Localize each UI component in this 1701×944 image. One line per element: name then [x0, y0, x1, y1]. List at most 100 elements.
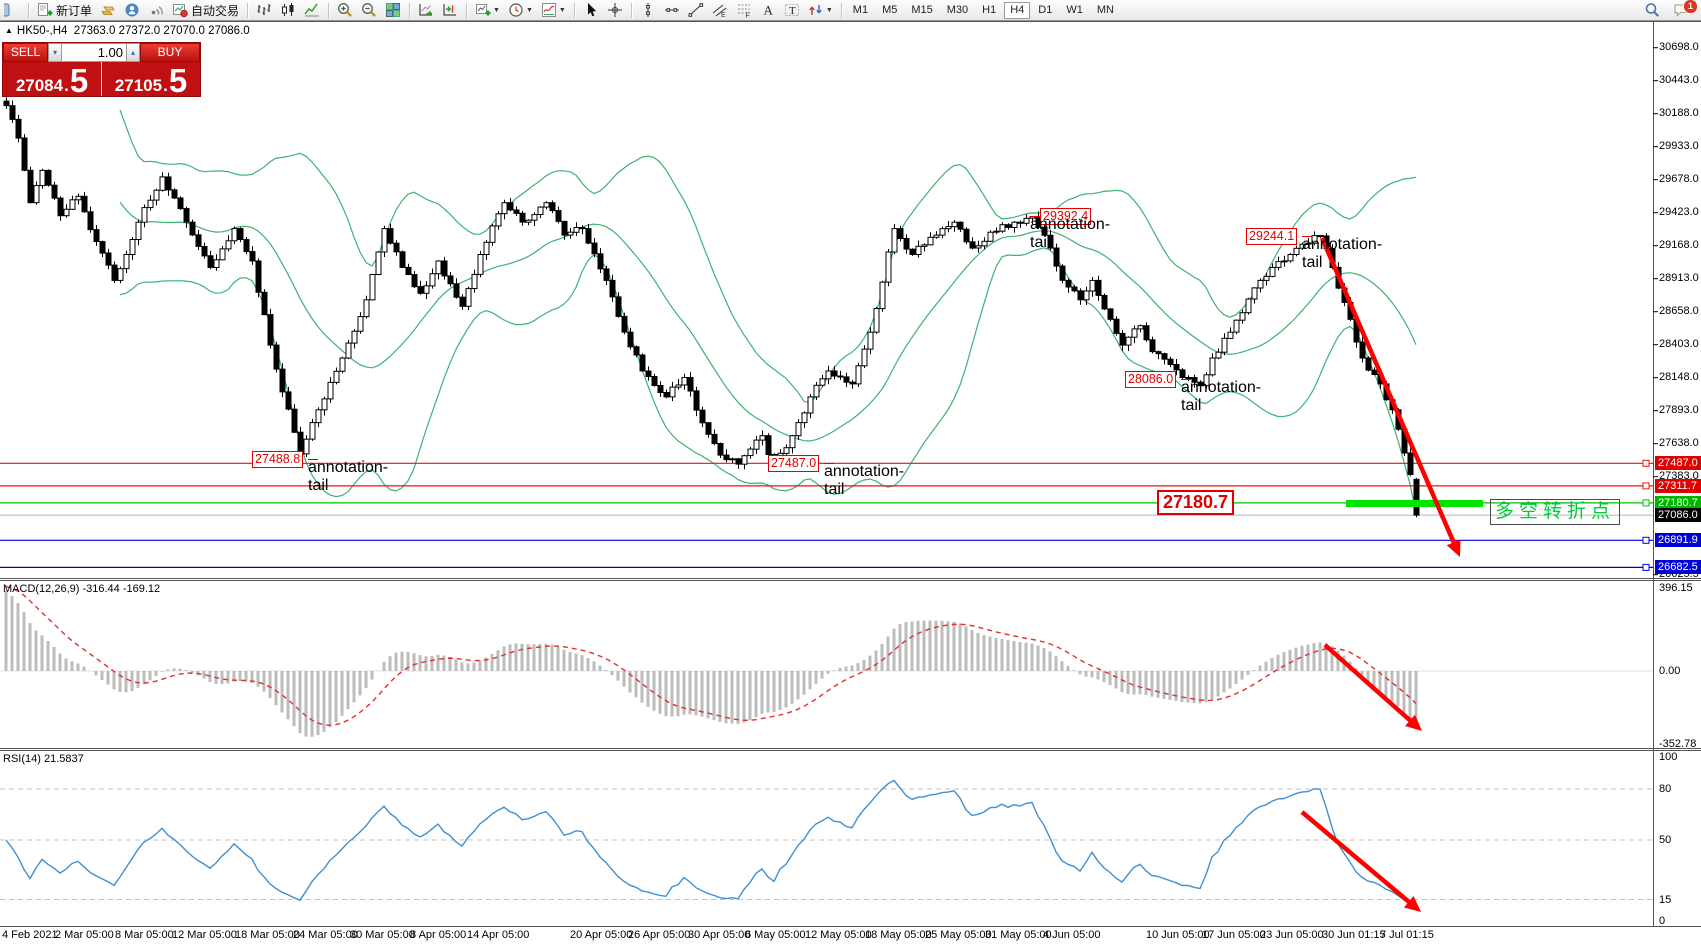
time-axis-label: 10 Jun 05:00 — [1146, 929, 1210, 941]
price-level-badge: 26891.9 — [1655, 533, 1701, 547]
time-axis-label: 18 Mar 05:00 — [235, 929, 300, 941]
horizontal-line-button[interactable] — [661, 0, 683, 21]
rsi-axis-tick: 100 — [1659, 751, 1677, 764]
time-axis-label: 4 Feb 2021 — [2, 929, 58, 941]
sell-price[interactable]: 27084.5 — [3, 62, 101, 96]
indicators-icon — [541, 2, 557, 18]
new-order-icon — [37, 2, 53, 18]
indicators-button[interactable]: ▼ — [538, 0, 569, 21]
equidistant-channel-icon: E — [712, 2, 728, 18]
window-edge-icon[interactable] — [1, 0, 23, 21]
new-order-button[interactable]: 新订单 — [34, 0, 95, 21]
text-button[interactable]: A — [757, 0, 779, 21]
time-axis-label: 12 May 05:00 — [805, 929, 872, 941]
turning-point-price-label[interactable]: 27180.7 — [1157, 490, 1234, 515]
new-chart-button[interactable]: ▼ — [472, 0, 503, 21]
metaeditor-icon — [100, 2, 116, 18]
timeframe-m5[interactable]: M5 — [876, 2, 903, 19]
toolbar-separator — [841, 3, 842, 18]
buy-button[interactable]: BUY — [140, 43, 200, 62]
sell-button[interactable]: SELL — [3, 43, 48, 62]
community-icon — [124, 2, 140, 18]
search-button[interactable] — [1641, 0, 1663, 21]
chat-button[interactable]: 1 — [1670, 0, 1692, 21]
macd-axis-tick: 0.00 — [1659, 665, 1680, 678]
false: annotation-tail — [1030, 216, 1040, 217]
auto-scroll-button[interactable] — [415, 0, 437, 21]
price-axis-tick: 30698.0 — [1659, 41, 1699, 54]
time-axis-label: 26 Apr 05:00 — [628, 929, 690, 941]
price-annotation-label[interactable]: 27488.8 — [252, 451, 303, 468]
fibonacci-button[interactable]: F — [733, 0, 755, 21]
price-level-badge: 27086.0 — [1655, 508, 1701, 522]
price-annotation-label[interactable]: 28086.0 — [1125, 371, 1176, 388]
crosshair-button[interactable] — [604, 0, 626, 21]
svg-text:E: E — [721, 12, 726, 18]
zoom-out-button[interactable] — [358, 0, 380, 21]
price-annotation-label[interactable]: 27487.0 — [768, 455, 819, 472]
text-label-button[interactable]: T — [781, 0, 803, 21]
time-axis-label: 8 Mar 05:00 — [115, 929, 174, 941]
price-axis-tick: 30188.0 — [1659, 107, 1699, 120]
price-axis-tick: 30443.0 — [1659, 74, 1699, 87]
macd-axis-tick: 396.15 — [1659, 582, 1693, 595]
community-button[interactable] — [121, 0, 143, 21]
time-axis-label: 20 Apr 05:00 — [570, 929, 632, 941]
timeframe-w1[interactable]: W1 — [1060, 2, 1089, 19]
chevron-down-icon: ▼ — [493, 7, 500, 14]
equidistant-channel-button[interactable]: E — [709, 0, 731, 21]
time-axis-label: 24 Mar 05:00 — [293, 929, 358, 941]
text-icon: A — [760, 2, 776, 18]
cursor-button[interactable] — [580, 0, 602, 21]
chart-shift-icon — [442, 2, 458, 18]
periods-button[interactable]: ▼ — [505, 0, 536, 21]
timeframe-d1[interactable]: D1 — [1032, 2, 1058, 19]
chevron-down-icon: ▼ — [826, 7, 833, 14]
metaeditor-button[interactable] — [97, 0, 119, 21]
bar-chart-button[interactable] — [253, 0, 275, 21]
timeframe-m30[interactable]: M30 — [941, 2, 974, 19]
macd-axis-tick: -352.78 — [1659, 738, 1696, 751]
price-axis-tick: 29933.0 — [1659, 140, 1699, 153]
price-axis-tick: 27893.0 — [1659, 404, 1699, 417]
timeframe-h4[interactable]: H4 — [1004, 2, 1030, 19]
zoom-in-icon — [337, 2, 353, 18]
timeframe-m1[interactable]: M1 — [847, 2, 874, 19]
bull-bear-turning-point-note[interactable]: 多空转折点 — [1490, 499, 1620, 525]
timeframe-m15[interactable]: M15 — [905, 2, 938, 19]
volume-input[interactable] — [62, 43, 126, 62]
buy-price[interactable]: 27105.5 — [102, 62, 200, 96]
trendline-icon — [688, 2, 704, 18]
chart-shift-button[interactable] — [439, 0, 461, 21]
tile-windows-button[interactable] — [382, 0, 404, 21]
rsi-axis-tick: 80 — [1659, 783, 1671, 796]
time-axis-label: 4 Jun 05:00 — [1043, 929, 1101, 941]
time-axis-label: 2 Mar 05:00 — [55, 929, 114, 941]
timeframe-h1[interactable]: H1 — [976, 2, 1002, 19]
autotrading-icon — [172, 2, 188, 18]
time-axis-label: 30 Apr 05:00 — [688, 929, 750, 941]
volume-decrease-button[interactable]: ▾ — [48, 43, 62, 62]
periods-icon — [508, 2, 524, 18]
line-chart-button[interactable] — [301, 0, 323, 21]
horizontal-line-icon — [664, 2, 680, 18]
trendline-button[interactable] — [685, 0, 707, 21]
signals-button[interactable] — [145, 0, 167, 21]
arrows-button[interactable]: ▼ — [805, 0, 836, 21]
fibonacci-icon: F — [736, 2, 752, 18]
price-annotation-label[interactable]: 29244.1 — [1246, 228, 1297, 245]
macd-indicator-label: MACD(12,26,9) -316.44 -169.12 — [3, 583, 160, 595]
vertical-line-button[interactable] — [637, 0, 659, 21]
toolbar: 新订单自动交易▼▼▼EFAT▼M1M5M15M30H1H4D1W1MN1 — [0, 0, 1701, 21]
window-edge-icon-icon — [4, 2, 20, 18]
notification-badge: 1 — [1683, 0, 1698, 14]
toolbar-separator — [328, 3, 329, 18]
price-axis-tick: 27638.0 — [1659, 437, 1699, 450]
zoom-in-button[interactable] — [334, 0, 356, 21]
toolbar-separator — [28, 3, 29, 18]
collapse-panel-icon[interactable]: ▲ — [5, 26, 13, 35]
autotrading-button[interactable]: 自动交易 — [169, 0, 242, 21]
timeframe-mn[interactable]: MN — [1091, 2, 1120, 19]
candlestick-chart-button[interactable] — [277, 0, 299, 21]
volume-increase-button[interactable]: ▴ — [126, 43, 140, 62]
